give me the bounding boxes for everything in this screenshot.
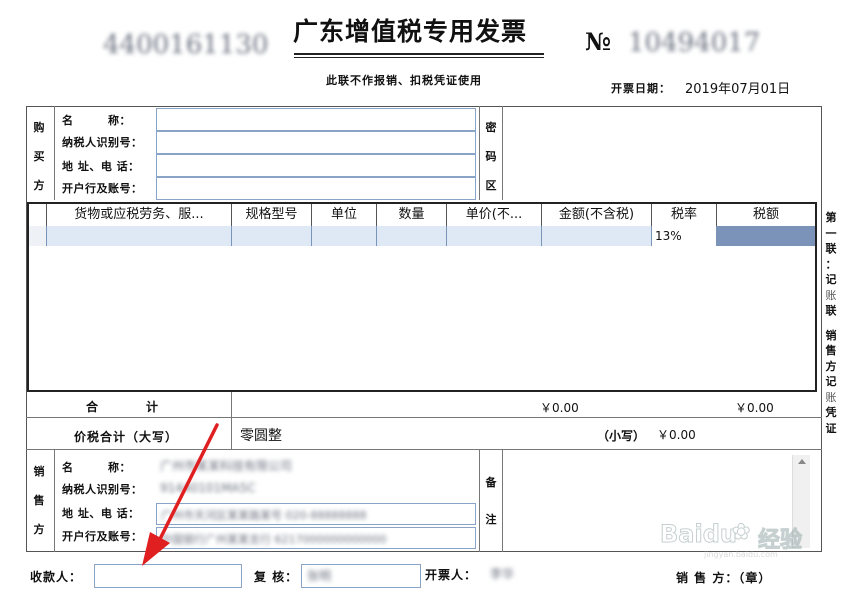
arrow-head bbox=[142, 532, 170, 566]
red-arrow-annotation bbox=[142, 423, 219, 566]
arrow-shaft bbox=[156, 423, 219, 545]
